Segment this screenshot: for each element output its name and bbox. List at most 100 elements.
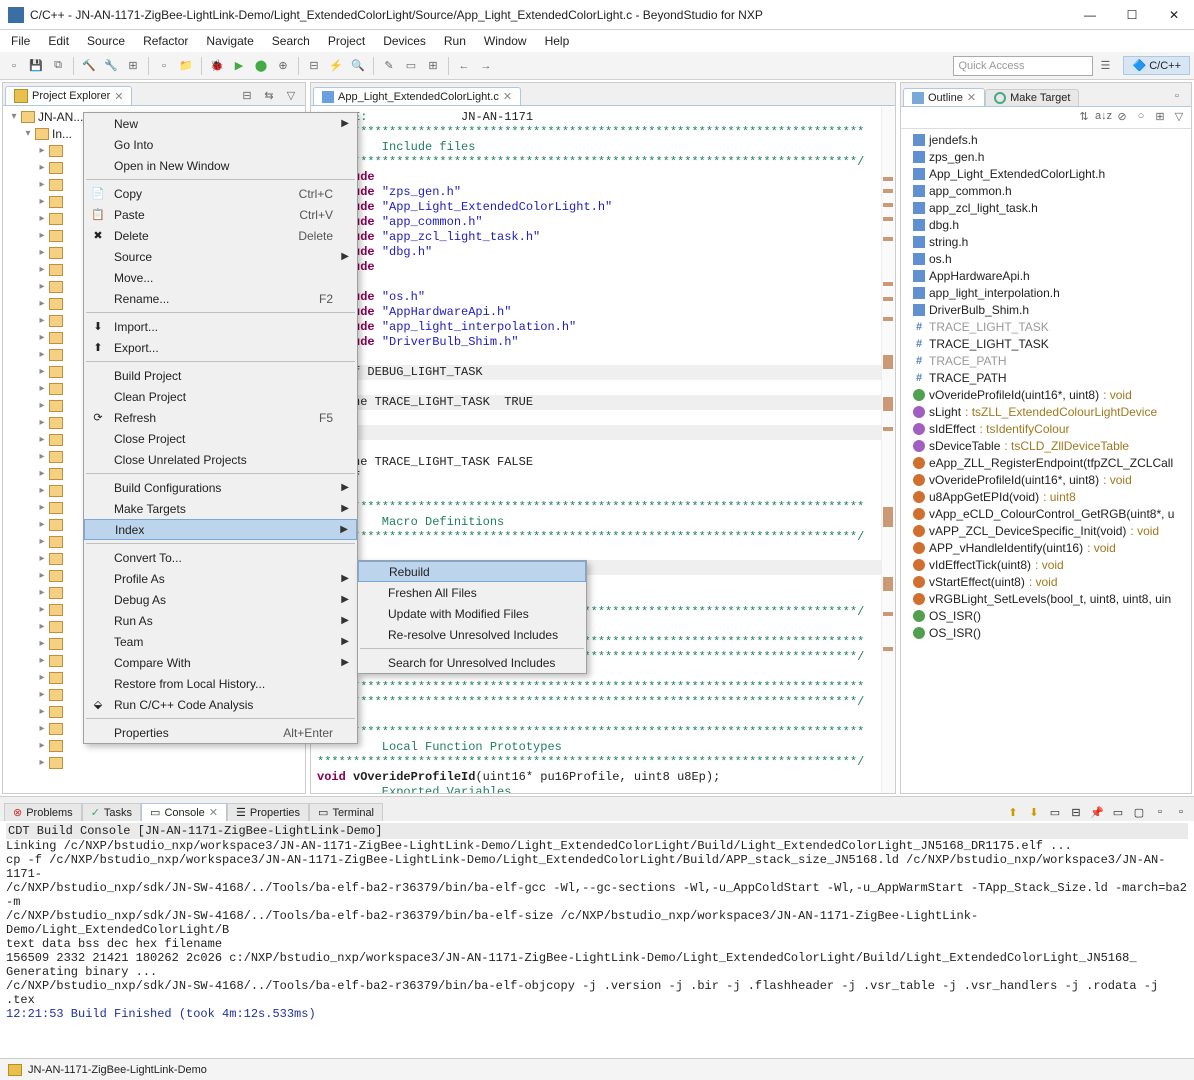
- outline-item[interactable]: u8AppGetEPId(void) : uint8: [903, 488, 1189, 505]
- edit2-icon[interactable]: ▭: [401, 56, 421, 76]
- ctx-clean-project[interactable]: Clean Project: [84, 386, 357, 407]
- menu-source[interactable]: Source: [80, 32, 132, 50]
- ctx-restore-from-local-history-[interactable]: Restore from Local History...: [84, 673, 357, 694]
- outline-item[interactable]: vOverideProfileId(uint16*, uint8) : void: [903, 386, 1189, 403]
- view-menu-icon[interactable]: ▽: [281, 85, 301, 105]
- submenu-search-for-unresolved-includes[interactable]: Search for Unresolved Includes: [358, 652, 586, 673]
- menu-help[interactable]: Help: [538, 32, 577, 50]
- tab-close-icon[interactable]: ✕: [114, 90, 123, 103]
- ctx-go-into[interactable]: Go Into: [84, 134, 357, 155]
- next-icon[interactable]: ⬇: [1025, 803, 1043, 821]
- open-persp-icon[interactable]: ☰: [1095, 56, 1115, 76]
- menu-edit[interactable]: Edit: [41, 32, 76, 50]
- project-root[interactable]: JN-AN...: [38, 110, 83, 124]
- tasks-tab[interactable]: ✓Tasks: [82, 803, 141, 821]
- ctx-profile-as[interactable]: Profile As▶: [84, 568, 357, 589]
- perspective-cpp[interactable]: 🔷 C/C++: [1123, 56, 1190, 75]
- outline-item[interactable]: eApp_ZLL_RegisterEndpoint(tfpZCL_ZCLCall: [903, 454, 1189, 471]
- ctx-copy[interactable]: 📄CopyCtrl+C: [84, 183, 357, 204]
- ctx-export-[interactable]: ⬆Export...: [84, 337, 357, 358]
- console-output[interactable]: CDT Build Console [JN-AN-1171-ZigBee-Lig…: [0, 821, 1194, 1058]
- menu-icon[interactable]: ▽: [1171, 110, 1187, 126]
- ctx-index[interactable]: Index▶: [84, 519, 357, 540]
- ctx-new[interactable]: New▶: [84, 113, 357, 134]
- outline-item[interactable]: vAPP_ZCL_DeviceSpecific_Init(void) : voi…: [903, 522, 1189, 539]
- properties-tab[interactable]: ☰Properties: [227, 803, 309, 821]
- search-icon[interactable]: 🔍: [348, 56, 368, 76]
- saveall-icon[interactable]: ⧉: [48, 56, 68, 76]
- edit3-icon[interactable]: ⊞: [423, 56, 443, 76]
- tab-close-icon[interactable]: ✕: [503, 90, 512, 103]
- edit1-icon[interactable]: ✎: [379, 56, 399, 76]
- menu-devices[interactable]: Devices: [376, 32, 433, 50]
- terminal-tab[interactable]: ▭Terminal: [309, 803, 383, 821]
- submenu-update-with-modified-files[interactable]: Update with Modified Files: [358, 603, 586, 624]
- outline-item[interactable]: #TRACE_LIGHT_TASK: [903, 318, 1189, 335]
- outline-item[interactable]: vOverideProfileId(uint16*, uint8) : void: [903, 471, 1189, 488]
- display-icon[interactable]: ▭: [1109, 803, 1127, 821]
- submenu-re-resolve-unresolved-includes[interactable]: Re-resolve Unresolved Includes: [358, 624, 586, 645]
- ctx-close-project[interactable]: Close Project: [84, 428, 357, 449]
- new-folder-icon[interactable]: 📁: [176, 56, 196, 76]
- outline-item[interactable]: App_Light_ExtendedColorLight.h: [903, 165, 1189, 182]
- ctx-run-as[interactable]: Run As▶: [84, 610, 357, 631]
- outline-item[interactable]: jendefs.h: [903, 131, 1189, 148]
- ctx-delete[interactable]: ✖DeleteDelete: [84, 225, 357, 246]
- build-icon[interactable]: 🔨: [79, 56, 99, 76]
- maximize-button[interactable]: ☐: [1120, 8, 1144, 22]
- prev-icon[interactable]: ⬆: [1004, 803, 1022, 821]
- ctx-convert-to-[interactable]: Convert To...: [84, 547, 357, 568]
- menu-search[interactable]: Search: [265, 32, 317, 50]
- max2-icon[interactable]: ▫: [1172, 803, 1190, 821]
- tree-item[interactable]: ▸: [5, 754, 303, 771]
- outline-item[interactable]: #TRACE_PATH: [903, 352, 1189, 369]
- outline-tab[interactable]: Outline ✕: [903, 88, 985, 106]
- group-icon[interactable]: ⊞: [1152, 110, 1168, 126]
- menu-run[interactable]: Run: [437, 32, 473, 50]
- clear-icon[interactable]: ▭: [1046, 803, 1064, 821]
- scroll-icon[interactable]: ⊟: [1067, 803, 1085, 821]
- submenu-rebuild[interactable]: Rebuild: [358, 561, 586, 582]
- project-explorer-tab[interactable]: Project Explorer ✕: [5, 86, 132, 105]
- new-icon[interactable]: ▫: [4, 56, 24, 76]
- outline-item[interactable]: #TRACE_LIGHT_TASK: [903, 335, 1189, 352]
- min2-icon[interactable]: ▫: [1151, 803, 1169, 821]
- outline-item[interactable]: dbg.h: [903, 216, 1189, 233]
- outline-item[interactable]: vIdEffectTick(uint8) : void: [903, 556, 1189, 573]
- debug-icon[interactable]: 🐞: [207, 56, 227, 76]
- ctx-paste[interactable]: 📋PasteCtrl+V: [84, 204, 357, 225]
- open-console-icon[interactable]: ▢: [1130, 803, 1148, 821]
- outline-item[interactable]: app_common.h: [903, 182, 1189, 199]
- ctx-close-unrelated-projects[interactable]: Close Unrelated Projects: [84, 449, 357, 470]
- run-icon[interactable]: ▶: [229, 56, 249, 76]
- term-icon[interactable]: ⊟: [304, 56, 324, 76]
- ctx-source[interactable]: Source▶: [84, 246, 357, 267]
- outline-item[interactable]: AppHardwareApi.h: [903, 267, 1189, 284]
- outline-item[interactable]: sLight : tsZLL_ExtendedColourLightDevice: [903, 403, 1189, 420]
- ctx-compare-with[interactable]: Compare With▶: [84, 652, 357, 673]
- outline-item[interactable]: sDeviceTable : tsCLD_ZllDeviceTable: [903, 437, 1189, 454]
- ctx-open-in-new-window[interactable]: Open in New Window: [84, 155, 357, 176]
- context-menu[interactable]: New▶Go IntoOpen in New Window 📄CopyCtrl+C…: [83, 112, 358, 744]
- menu-window[interactable]: Window: [477, 32, 534, 50]
- overview-ruler[interactable]: [881, 107, 895, 793]
- ctx-debug-as[interactable]: Debug As▶: [84, 589, 357, 610]
- outline-item[interactable]: string.h: [903, 233, 1189, 250]
- menu-project[interactable]: Project: [321, 32, 372, 50]
- pin-icon[interactable]: 📌: [1088, 803, 1106, 821]
- make-target-tab[interactable]: Make Target: [985, 89, 1079, 106]
- menu-navigate[interactable]: Navigate: [199, 32, 260, 50]
- submenu-freshen-all-files[interactable]: Freshen All Files: [358, 582, 586, 603]
- filter-icon[interactable]: ○: [1133, 110, 1149, 126]
- index-submenu[interactable]: RebuildFreshen All FilesUpdate with Modi…: [357, 560, 587, 674]
- ext-icon[interactable]: ⬤: [251, 56, 271, 76]
- outline-item[interactable]: #TRACE_PATH: [903, 369, 1189, 386]
- editor-tab[interactable]: App_Light_ExtendedColorLight.c ✕: [313, 87, 521, 105]
- profile-icon[interactable]: ⊕: [273, 56, 293, 76]
- az-icon[interactable]: a↓z: [1095, 110, 1111, 126]
- save-icon[interactable]: 💾: [26, 56, 46, 76]
- outline-item[interactable]: OS_ISR(): [903, 607, 1189, 624]
- close-button[interactable]: ✕: [1162, 8, 1186, 22]
- outline-tree[interactable]: jendefs.hzps_gen.hApp_Light_ExtendedColo…: [901, 129, 1191, 643]
- outline-item[interactable]: app_light_interpolation.h: [903, 284, 1189, 301]
